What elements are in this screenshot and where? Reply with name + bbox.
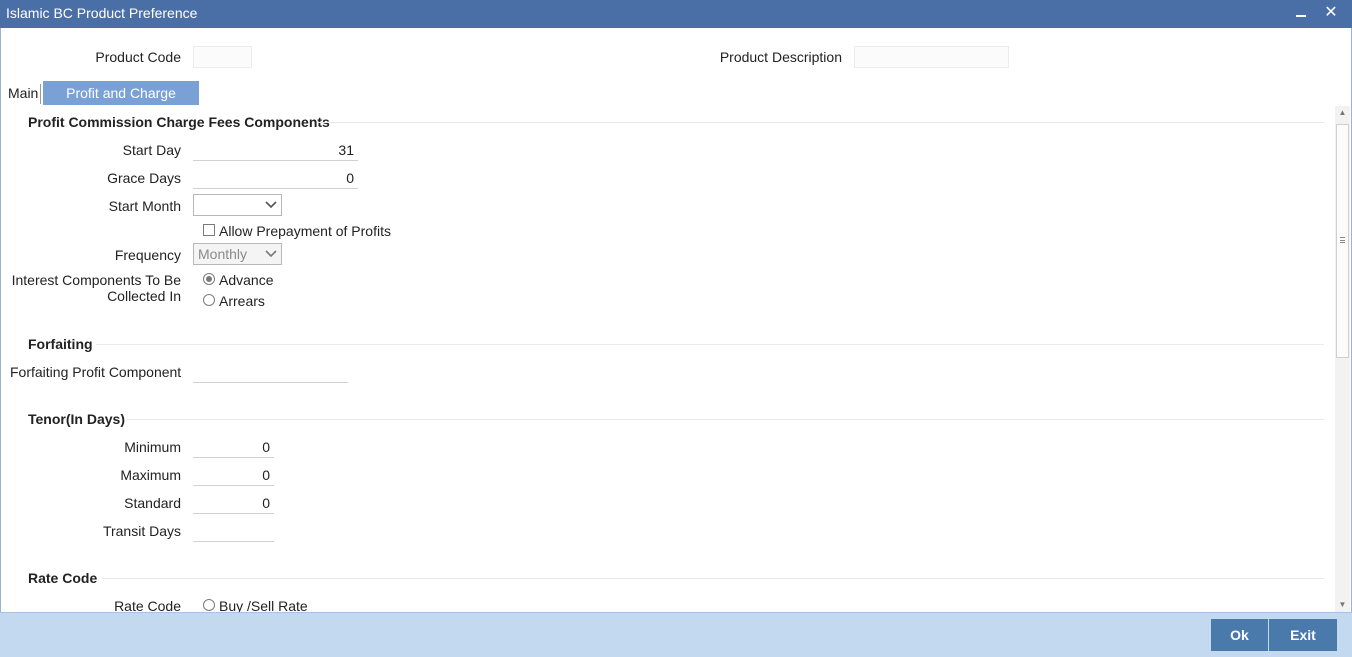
buy-sell-rate-radio[interactable]: [203, 599, 215, 611]
exit-button[interactable]: Exit: [1269, 619, 1337, 651]
title-bar: Islamic BC Product Preference ✕: [0, 0, 1352, 28]
maximum-input[interactable]: 0: [193, 464, 274, 486]
maximum-label: Maximum: [120, 467, 181, 483]
forfaiting-profit-component-label: Forfaiting Profit Component: [10, 364, 182, 380]
product-code-label: Product Code: [95, 49, 181, 65]
grace-days-label: Grace Days: [107, 170, 181, 186]
chevron-down-icon: [265, 250, 277, 258]
section-divider: [126, 419, 1324, 420]
start-month-select[interactable]: [193, 194, 282, 216]
allow-prepayment-checkbox[interactable]: [203, 224, 215, 236]
section-divider: [102, 578, 1324, 579]
allow-prepayment-label: Allow Prepayment of Profits: [219, 223, 391, 239]
standard-label: Standard: [124, 495, 181, 511]
footer-bar: Ok Exit: [0, 612, 1352, 657]
frequency-label: Frequency: [114, 247, 181, 263]
arrears-label: Arrears: [219, 293, 265, 309]
profit-section-title: Profit Commission Charge Fees Components: [28, 114, 330, 130]
tab-profit-and-charge-details[interactable]: Profit and Charge Details: [43, 81, 199, 125]
product-description-field[interactable]: [854, 46, 1009, 68]
forfaiting-section-title: Forfaiting: [28, 336, 93, 352]
tab-separator: [40, 84, 41, 104]
start-month-label: Start Month: [108, 198, 181, 214]
grip-icon: [1340, 237, 1345, 243]
transit-days-label: Transit Days: [102, 523, 181, 539]
frequency-select[interactable]: Monthly: [193, 243, 282, 265]
scroll-up-arrow-icon[interactable]: ▲: [1335, 106, 1350, 120]
scroll-thumb[interactable]: [1336, 124, 1349, 358]
scroll-down-arrow-icon[interactable]: ▼: [1335, 598, 1350, 612]
rate-code-section-title: Rate Code: [28, 570, 98, 586]
product-code-field[interactable]: [193, 46, 252, 68]
minimum-label: Minimum: [124, 439, 181, 455]
arrears-radio[interactable]: [203, 294, 215, 306]
start-day-label: Start Day: [122, 142, 181, 158]
close-icon[interactable]: ✕: [1320, 2, 1342, 24]
standard-input[interactable]: 0: [193, 492, 274, 514]
interest-components-label-line1: Interest Components To Be: [11, 272, 181, 288]
advance-label: Advance: [219, 272, 274, 288]
grace-days-input[interactable]: 0: [193, 167, 358, 189]
tenor-section-title: Tenor(In Days): [28, 411, 125, 427]
advance-radio[interactable]: [203, 273, 215, 285]
forfaiting-profit-component-input[interactable]: [193, 361, 348, 383]
vertical-scrollbar[interactable]: ▲ ▼: [1335, 106, 1350, 612]
section-divider: [96, 344, 1324, 345]
window-title: Islamic BC Product Preference: [6, 5, 198, 21]
product-description-label: Product Description: [719, 49, 842, 65]
section-divider: [318, 122, 1324, 123]
minimum-input[interactable]: 0: [193, 436, 274, 458]
tab-main[interactable]: Main: [4, 81, 42, 105]
ok-button[interactable]: Ok: [1211, 619, 1268, 651]
minimize-icon[interactable]: [1290, 2, 1312, 24]
transit-days-input[interactable]: [193, 520, 274, 542]
start-day-input[interactable]: 31: [193, 139, 358, 161]
chevron-down-icon: [265, 201, 277, 209]
interest-components-label-line2: Collected In: [107, 288, 181, 304]
